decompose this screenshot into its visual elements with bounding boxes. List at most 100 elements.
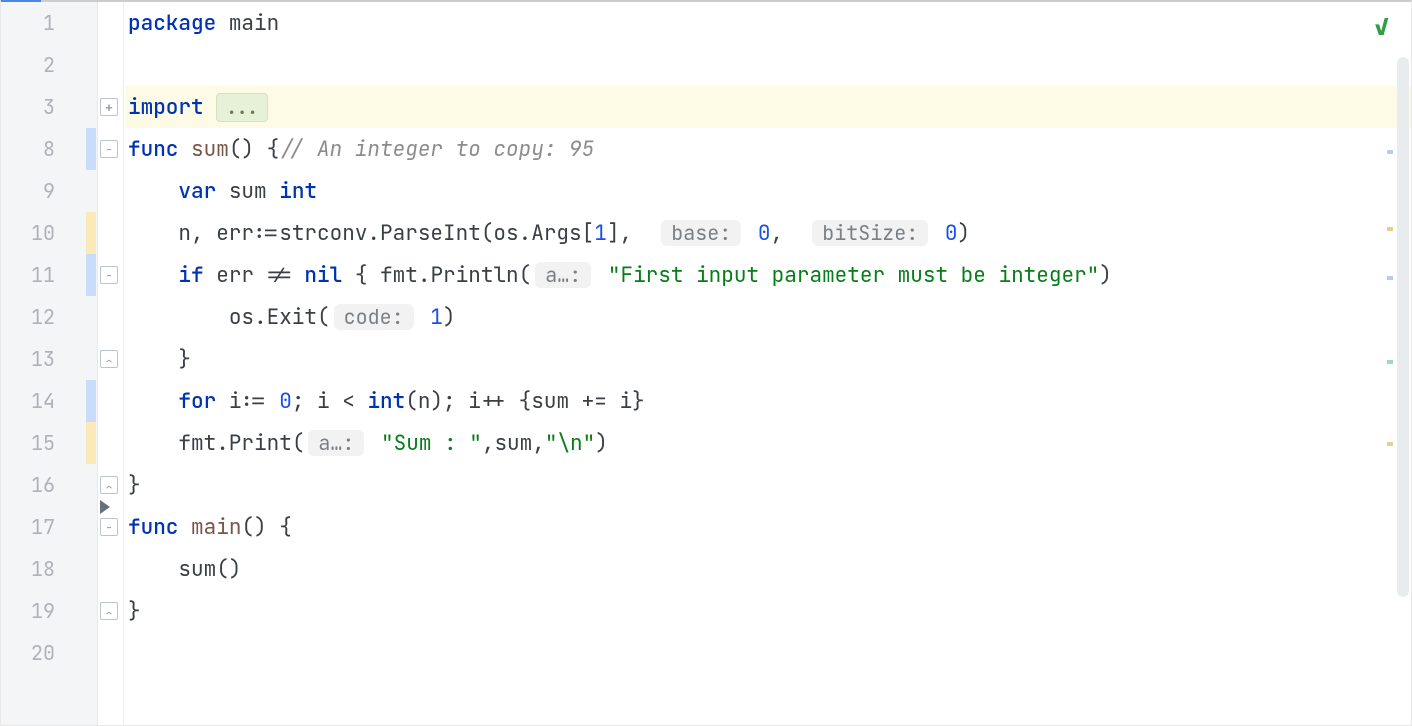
inlay-hint[interactable]: a…: — [308, 430, 364, 456]
inlay-hint[interactable]: a…: — [535, 262, 591, 288]
marker-tick[interactable] — [1387, 276, 1393, 280]
inlay-hint[interactable]: bitSize: — [812, 220, 928, 246]
fold-collapse-icon[interactable] — [100, 140, 118, 158]
line-number[interactable]: 8 — [1, 128, 97, 170]
punct: ) — [1099, 262, 1112, 289]
code-line[interactable]: fmt.Print ( a…: "Sum : " ,sum, "\n" ) — [126, 422, 1411, 464]
string: "Sum : " — [381, 430, 482, 457]
expr: ; i < — [292, 388, 368, 415]
keyword: func — [128, 136, 178, 163]
fold-expand-icon[interactable] — [100, 98, 118, 116]
code-line[interactable]: sum() — [126, 548, 1411, 590]
string: "First input parameter must be integer" — [608, 262, 1099, 289]
identifier: n, err — [178, 220, 254, 247]
folded-region[interactable]: ... — [216, 93, 268, 122]
indent — [128, 346, 178, 373]
function-name: main — [191, 514, 241, 541]
expr: i:= — [216, 388, 279, 415]
indent — [128, 388, 178, 415]
punct: , — [770, 220, 808, 247]
vertical-scrollbar[interactable] — [1397, 57, 1409, 597]
inspection-ok-icon[interactable]: ✓ — [1374, 12, 1389, 43]
vcs-change-marker[interactable] — [86, 212, 96, 254]
code-line[interactable]: func main () { — [126, 506, 1411, 548]
brace: } — [128, 598, 141, 625]
marker-tick[interactable] — [1387, 360, 1393, 364]
arrow-right-icon[interactable] — [100, 500, 110, 514]
marker-tick[interactable] — [1387, 227, 1393, 231]
code-line[interactable]: func sum () { // An integer to copy: 95 — [126, 128, 1411, 170]
keyword: package — [128, 10, 216, 37]
line-number[interactable]: 15 — [1, 422, 97, 464]
brace: } — [178, 346, 191, 373]
code-line[interactable]: n, err := strconv.ParseInt (os.Args[ 1 ]… — [126, 212, 1411, 254]
indent — [128, 430, 178, 457]
indent — [128, 262, 178, 289]
vcs-change-marker[interactable] — [86, 254, 96, 296]
type: int — [367, 388, 405, 415]
inlay-hint[interactable]: code: — [334, 304, 414, 330]
marker-tick[interactable] — [1387, 150, 1393, 154]
line-number[interactable]: 19 — [1, 590, 97, 632]
vcs-change-marker[interactable] — [86, 380, 96, 422]
code-line[interactable]: package main — [126, 2, 1411, 44]
code-line[interactable] — [126, 632, 1411, 674]
code-line[interactable] — [126, 44, 1411, 86]
code-editor[interactable]: 1 2 3 8 9 10 11 12 13 14 15 16 17 18 19 … — [0, 0, 1412, 726]
identifier: sum — [229, 178, 267, 205]
call: os.Exit — [229, 304, 317, 331]
fold-end-icon[interactable] — [100, 350, 118, 368]
number: 1 — [430, 304, 443, 331]
code-line[interactable]: } — [126, 590, 1411, 632]
keyword: var — [178, 178, 216, 205]
line-number[interactable]: 9 — [1, 170, 97, 212]
punct: (os.Args[ — [481, 220, 594, 247]
marker-tick[interactable] — [1387, 442, 1393, 446]
string: "\n" — [545, 430, 595, 457]
punct: ( — [317, 304, 330, 331]
punct: { — [342, 262, 380, 289]
punct: ) — [443, 304, 456, 331]
line-number[interactable]: 3 — [1, 86, 97, 128]
indent — [128, 304, 229, 331]
keyword: import — [128, 94, 204, 121]
line-number[interactable]: 10 — [1, 212, 97, 254]
line-number[interactable]: 13 — [1, 338, 97, 380]
call: strconv.ParseInt — [279, 220, 481, 247]
fold-end-icon[interactable] — [100, 476, 118, 494]
number: 0 — [945, 220, 958, 247]
punct: ( — [292, 430, 305, 457]
code-line[interactable]: } — [126, 464, 1411, 506]
space — [418, 304, 431, 331]
code-line[interactable]: } — [126, 338, 1411, 380]
code-line[interactable]: var sum int — [126, 170, 1411, 212]
inlay-hint[interactable]: base: — [661, 220, 741, 246]
code-line[interactable]: import ... — [126, 86, 1411, 128]
line-number[interactable]: 20 — [1, 632, 97, 674]
line-number[interactable]: 11 — [1, 254, 97, 296]
code-line[interactable]: for i:= 0 ; i < int (n); i++ {sum += i} — [126, 380, 1411, 422]
brace: } — [128, 472, 141, 499]
fold-column — [98, 2, 124, 725]
vcs-change-marker[interactable] — [86, 422, 96, 464]
vcs-change-marker[interactable] — [86, 128, 96, 170]
keyword: func — [128, 514, 178, 541]
fold-collapse-icon[interactable] — [100, 518, 118, 536]
line-number[interactable]: 16 — [1, 464, 97, 506]
line-number[interactable]: 17 — [1, 506, 97, 548]
fold-collapse-icon[interactable] — [100, 266, 118, 284]
code-line[interactable]: os.Exit ( code: 1 ) — [126, 296, 1411, 338]
code-area[interactable]: ✓ package main import ... func sum () { … — [124, 2, 1411, 725]
line-number[interactable]: 1 — [1, 2, 97, 44]
number: 0 — [758, 220, 771, 247]
fold-end-icon[interactable] — [100, 602, 118, 620]
function-name: sum — [191, 136, 229, 163]
indent — [128, 178, 178, 205]
line-number[interactable]: 14 — [1, 380, 97, 422]
line-number[interactable]: 12 — [1, 296, 97, 338]
line-number[interactable]: 2 — [1, 44, 97, 86]
number: 0 — [279, 388, 292, 415]
line-number[interactable]: 18 — [1, 548, 97, 590]
punct: ( — [519, 262, 532, 289]
code-line[interactable]: if err != nil { fmt.Println ( a…: "First… — [126, 254, 1411, 296]
